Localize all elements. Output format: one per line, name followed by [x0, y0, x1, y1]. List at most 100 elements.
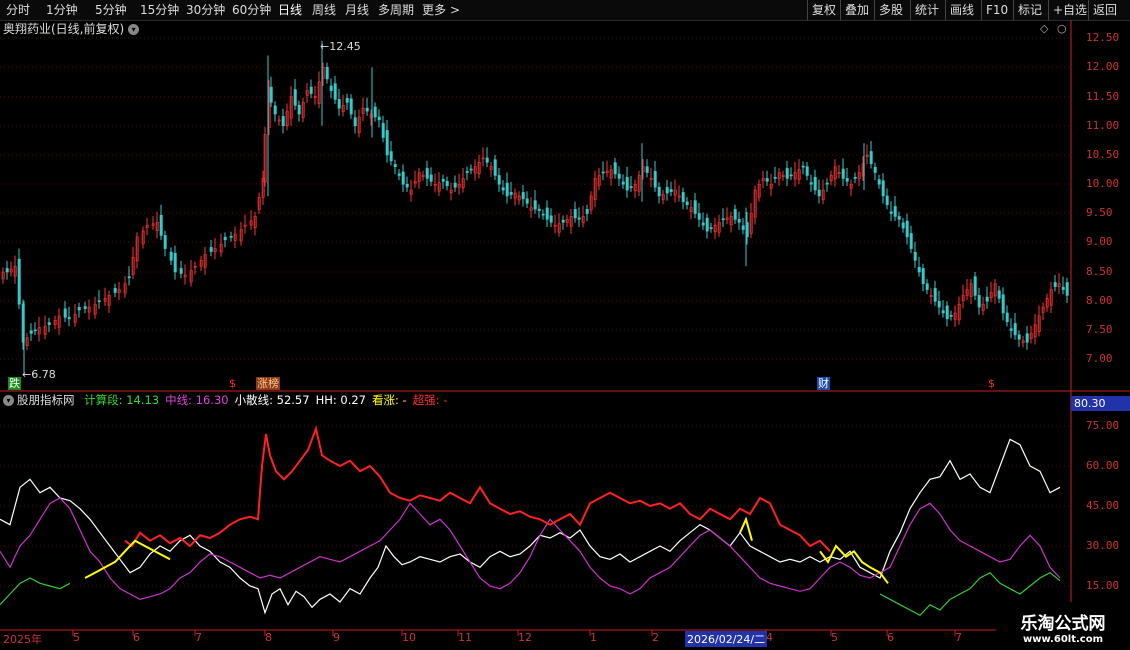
- indicator-item-label: 看涨: [372, 393, 395, 407]
- price-axis-label: 8.50: [1086, 265, 1113, 278]
- indicator-item-value: 14.13: [126, 393, 160, 407]
- date-axis-label: 6: [887, 631, 894, 644]
- price-axis-label: 11.50: [1086, 90, 1120, 103]
- candle-body: [353, 117, 357, 127]
- jisuan-line: [0, 577, 71, 606]
- candle-body: [83, 306, 87, 309]
- candle-body: [697, 213, 701, 220]
- candle-body: [561, 219, 565, 223]
- candle-body: [973, 276, 977, 296]
- candle-body: [1061, 286, 1065, 290]
- candle-body: [893, 206, 897, 217]
- candle-body: [685, 201, 689, 206]
- candle-body: [813, 176, 817, 191]
- collapse-icon[interactable]: ▾: [3, 395, 14, 406]
- marker-cai[interactable]: 财: [817, 377, 830, 390]
- candle-body: [373, 106, 377, 118]
- candle-body: [601, 171, 605, 174]
- candle-body: [441, 178, 445, 182]
- indicator-header: ▾ 股朋指标网 计算段: 14.13 中线: 16.30 小散线: 52.57 HH: …: [0, 392, 447, 408]
- candle-body: [393, 164, 397, 168]
- marker-die[interactable]: 跌: [8, 377, 21, 390]
- candle-body: [985, 296, 989, 302]
- candle-body: [1005, 312, 1009, 323]
- date-axis-label: 5: [73, 631, 80, 644]
- candle-body: [113, 288, 117, 293]
- candle-body: [825, 182, 829, 185]
- candle-body: [877, 179, 881, 185]
- candle-body: [705, 217, 709, 232]
- marker-zhangbang[interactable]: 涨榜: [256, 377, 280, 390]
- candle-body: [869, 151, 873, 165]
- candle-body: [293, 89, 297, 106]
- indicator-name: 股朋指标网: [17, 393, 75, 407]
- indicator-current-value: 80.30: [1071, 396, 1130, 411]
- indicator-axis-label: 45.00: [1086, 499, 1120, 512]
- candle-body: [465, 171, 469, 173]
- indicator-axis-label: 60.00: [1086, 459, 1120, 472]
- candle-body: [505, 182, 509, 197]
- candle-body: [1017, 334, 1021, 340]
- candle-body: [945, 305, 949, 320]
- candle-body: [721, 218, 725, 221]
- candle-body: [889, 211, 893, 214]
- candle-body: [401, 171, 405, 185]
- price-axis-label: 9.00: [1086, 235, 1113, 248]
- candle-body: [337, 99, 341, 109]
- indicator-lines: [0, 425, 1061, 617]
- high-price-label: ←12.45: [320, 40, 361, 53]
- candle-body: [533, 200, 537, 210]
- candle-body: [613, 162, 617, 175]
- candle-body: [801, 165, 805, 168]
- indicator-item-label: 计算段: [84, 393, 119, 407]
- candle-body: [509, 192, 513, 195]
- date-axis-label: 8: [265, 631, 272, 644]
- candle-body: [525, 198, 529, 204]
- price-axis-label: 10.50: [1086, 148, 1120, 161]
- candle-body: [977, 295, 981, 308]
- candle-body: [709, 227, 713, 229]
- chaoqiang-line: [124, 425, 831, 552]
- candle-body: [493, 159, 497, 176]
- candle-body: [585, 209, 589, 214]
- candle-body: [681, 192, 685, 203]
- date-axis-label: 4: [766, 631, 773, 644]
- indicator-item-label: HH: [315, 393, 333, 407]
- candle-body: [669, 189, 673, 192]
- kanzhang-line-2: [739, 516, 753, 541]
- candle-body: [741, 225, 745, 230]
- candle-body: [333, 83, 337, 100]
- candle-body: [577, 217, 581, 220]
- candle-body: [173, 252, 177, 273]
- candle-body: [921, 268, 925, 284]
- date-axis-label: 5: [831, 631, 838, 644]
- candle-body: [657, 186, 661, 197]
- candle-body: [385, 130, 389, 156]
- zhongxian-line: [0, 497, 1061, 600]
- candle-body: [445, 181, 449, 187]
- candle-body: [773, 176, 777, 179]
- candle-body: [365, 107, 369, 112]
- marker-dollar-2[interactable]: $: [987, 377, 996, 390]
- candle-body: [809, 182, 813, 185]
- candle-body: [917, 267, 921, 273]
- date-axis-label: 2025年: [3, 633, 42, 646]
- candle-body: [621, 181, 625, 185]
- date-axis-label: 2026/02/24/二: [685, 631, 768, 647]
- indicator-item: 超强: -: [412, 393, 448, 407]
- low-price-label: ←6.78: [22, 368, 56, 381]
- indicator-item: 看涨: -: [372, 393, 407, 407]
- date-axis-label: 7: [195, 631, 202, 644]
- kline-chart[interactable]: [0, 0, 1130, 650]
- watermark-url: www.60lt.com: [1022, 634, 1103, 645]
- marker-dollar[interactable]: $: [228, 377, 237, 390]
- candle-body: [381, 123, 385, 138]
- candle-body: [63, 308, 67, 318]
- candle-body: [941, 310, 945, 314]
- candle-body: [67, 317, 71, 320]
- date-axis-label: 2: [652, 631, 659, 644]
- candle-body: [297, 104, 301, 115]
- candle-body: [1025, 333, 1029, 343]
- candle-body: [625, 176, 629, 191]
- candle-body: [789, 174, 793, 177]
